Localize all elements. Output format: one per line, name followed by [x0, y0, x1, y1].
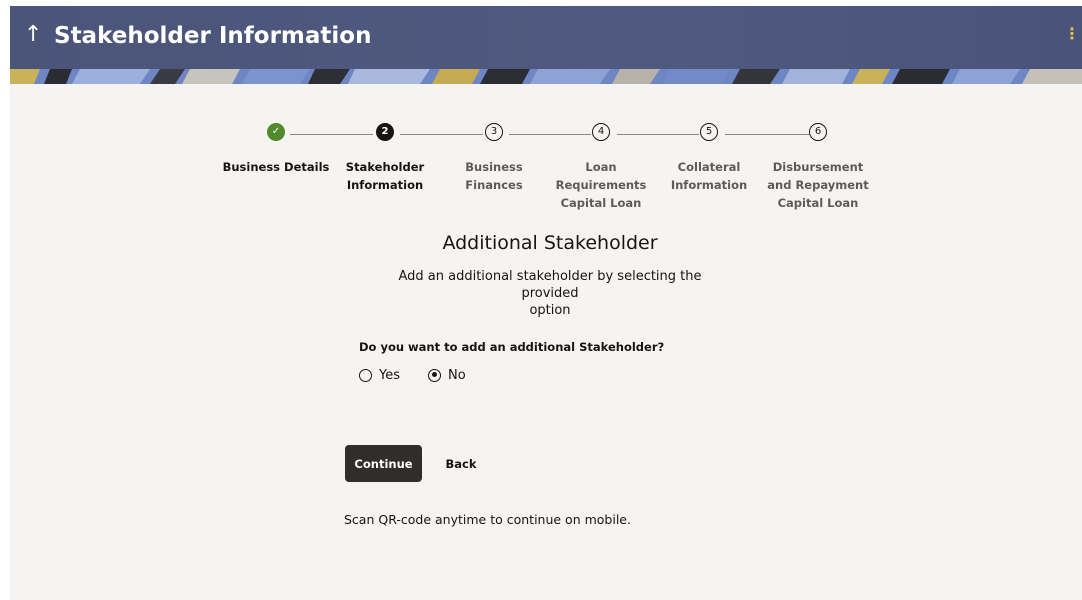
- step-6-label: Disbursement and Repayment Capital Loan: [763, 158, 873, 212]
- step-label-line: Finances: [465, 178, 523, 192]
- step-label-line: Business: [465, 160, 523, 174]
- step-3-label: Business Finances: [439, 158, 549, 194]
- stepper-connector: [290, 134, 373, 135]
- qr-code-hint: Scan QR-code anytime to continue on mobi…: [344, 512, 631, 527]
- step-label-line: and Repayment: [767, 178, 869, 192]
- step-label-line: Information: [346, 178, 424, 192]
- step-label-line: Requirements: [555, 178, 647, 192]
- app-frame: ↑ Stakeholder Information ⋮ ✓ 2 3 4 5 6 …: [10, 6, 1082, 600]
- decorative-banner: [10, 69, 1082, 84]
- step-label-line: Capital Loan: [560, 196, 642, 210]
- back-button[interactable]: Back: [435, 445, 487, 482]
- step-3-indicator: 3: [485, 123, 503, 141]
- radio-option-yes[interactable]: Yes: [359, 365, 400, 385]
- page-header: ↑ Stakeholder Information ⋮: [10, 6, 1082, 69]
- description-line: Add an additional stakeholder by selecti…: [398, 269, 702, 301]
- stepper-connector: [509, 134, 591, 135]
- radio-label: No: [448, 367, 466, 383]
- radio-option-no[interactable]: No: [428, 365, 466, 385]
- radio-label: Yes: [379, 367, 400, 383]
- step-label-line: Disbursement: [772, 160, 864, 174]
- radio-button[interactable]: [359, 368, 372, 382]
- stepper-connector: [617, 134, 699, 135]
- section-description: Add an additional stakeholder by selecti…: [370, 268, 730, 319]
- stepper-connector: [725, 134, 809, 135]
- stepper-connector: [400, 134, 483, 135]
- continue-button[interactable]: Continue: [345, 445, 422, 482]
- step-4-indicator: 4: [592, 123, 610, 141]
- stakeholder-question: Do you want to add an additional Stakeho…: [359, 340, 665, 354]
- more-options-icon[interactable]: ⋮: [1064, 26, 1080, 42]
- step-5-indicator: 5: [700, 123, 718, 141]
- step-6-indicator: 6: [809, 123, 827, 141]
- step-2-label: Stakeholder Information: [330, 158, 440, 194]
- step-label-line: Capital Loan: [777, 196, 859, 210]
- step-1-label: Business Details: [221, 158, 331, 176]
- description-line: option: [529, 303, 571, 318]
- step-label-line: Loan: [585, 160, 617, 174]
- step-4-label: Loan Requirements Capital Loan: [546, 158, 656, 212]
- back-arrow-icon[interactable]: ↑: [24, 20, 42, 50]
- step-2-indicator: 2: [376, 123, 394, 141]
- step-label-line: Collateral: [677, 160, 741, 174]
- page-title: Stakeholder Information: [54, 23, 372, 49]
- step-1-check-icon: ✓: [267, 123, 285, 141]
- step-label-line: Information: [670, 178, 748, 192]
- step-label-line: Business Details: [222, 160, 330, 174]
- radio-button[interactable]: [428, 368, 441, 382]
- section-title: Additional Stakeholder: [442, 232, 658, 254]
- step-5-label: Collateral Information: [654, 158, 764, 194]
- step-label-line: Stakeholder: [345, 160, 425, 174]
